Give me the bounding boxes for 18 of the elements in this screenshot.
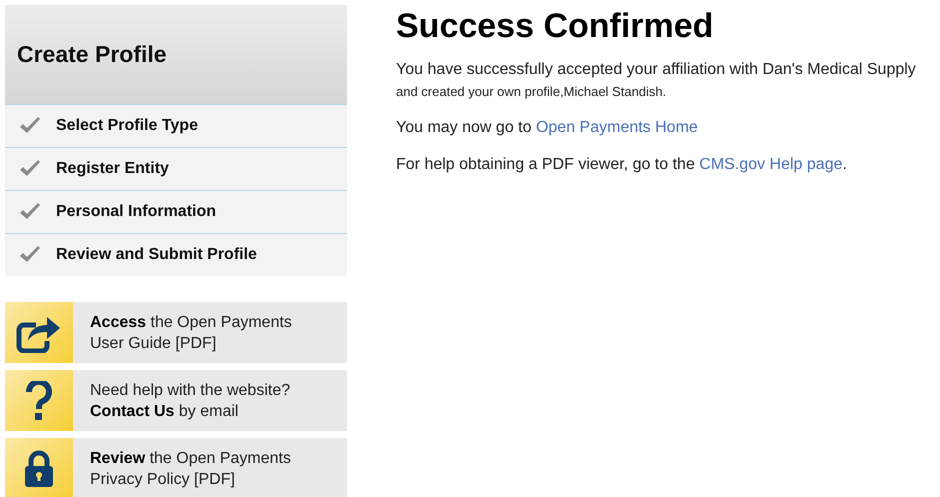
lock-icon bbox=[24, 450, 54, 488]
help-page-link[interactable]: CMS.gov Help page bbox=[699, 156, 842, 173]
step-label: Register Entity bbox=[56, 160, 169, 178]
help-link[interactable]: Need help with the website? Contact Us by email bbox=[90, 380, 315, 422]
step-label: Select Profile Type bbox=[56, 117, 198, 135]
help-link[interactable]: Review the Open Payments Privacy Policy [PDF] bbox=[90, 448, 315, 490]
body-text: You may now go to bbox=[396, 119, 532, 136]
help-link[interactable]: Access the Open Payments User Guide [PDF] bbox=[90, 312, 315, 354]
question-icon bbox=[26, 380, 52, 420]
page-title: Success Confirmed bbox=[396, 7, 714, 46]
body-text: . bbox=[842, 156, 847, 173]
sidebar-title: Create Profile bbox=[17, 41, 167, 68]
home-link[interactable]: Open Payments Home bbox=[536, 119, 698, 136]
success-message: and created your own profile,Michael Standish. bbox=[396, 83, 668, 101]
body-text: For help obtaining a PDF viewer, go to the bbox=[396, 156, 695, 173]
step-label: Personal Information bbox=[56, 203, 216, 221]
step-label: Review and Submit Profile bbox=[56, 246, 257, 264]
success-message: You have successfully accepted your affiliation with Dan's Medical Supply bbox=[396, 60, 916, 80]
